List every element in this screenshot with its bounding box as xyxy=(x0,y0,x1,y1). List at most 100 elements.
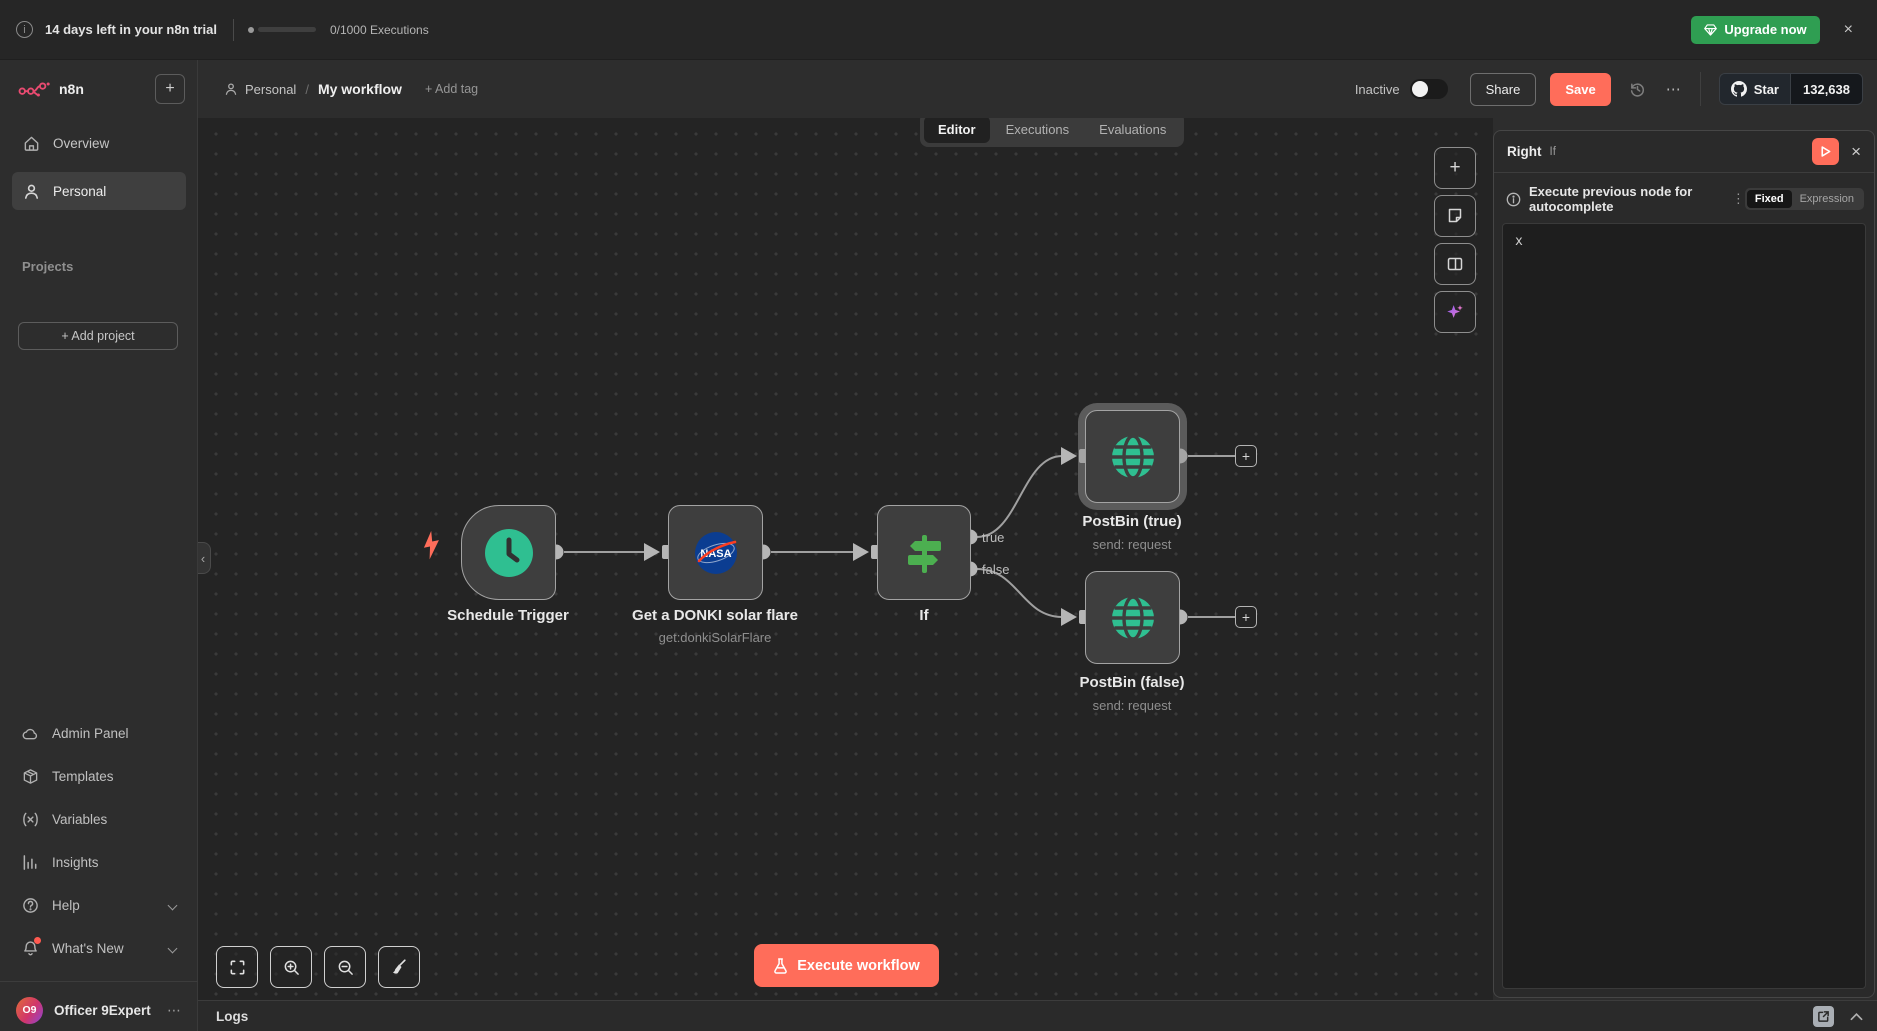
node-label: Schedule Trigger xyxy=(398,607,618,624)
n8n-logo[interactable]: n8n xyxy=(18,81,84,98)
node-schedule-trigger[interactable] xyxy=(461,505,556,600)
node-donki-solar-flare[interactable]: NASA xyxy=(668,505,763,600)
node-if[interactable] xyxy=(877,505,971,600)
workflow-title[interactable]: My workflow xyxy=(318,81,402,97)
sidebar: Overview Personal Projects + Add project… xyxy=(0,118,198,1031)
sidebar-item-label: What's New xyxy=(52,941,124,956)
breadcrumb-separator: / xyxy=(305,82,309,97)
person-icon xyxy=(224,82,238,96)
parameter-label: Execute previous node for autocomplete xyxy=(1529,184,1726,214)
node-postbin-false[interactable] xyxy=(1085,571,1180,664)
parameter-row: Execute previous node for autocomplete ⋮… xyxy=(1494,173,1874,223)
signpost-icon xyxy=(898,527,950,579)
share-button[interactable]: Share xyxy=(1470,73,1537,106)
bell-icon xyxy=(22,940,39,957)
logs-label: Logs xyxy=(216,1009,248,1024)
note-icon xyxy=(1446,207,1464,225)
execute-workflow-button[interactable]: Execute workflow xyxy=(754,944,939,987)
collapse-sidebar-handle[interactable]: ‹ xyxy=(196,542,211,574)
panel-close-icon[interactable]: × xyxy=(1851,143,1861,160)
avatar: O9 xyxy=(16,997,43,1024)
toggle-panel-button[interactable] xyxy=(1434,243,1476,285)
add-sticky-note-button[interactable] xyxy=(1434,195,1476,237)
value-mode-toggle: Fixed Expression xyxy=(1745,188,1864,210)
mode-expression-button[interactable]: Expression xyxy=(1792,190,1862,208)
output-label-true: true xyxy=(982,530,1004,545)
sidebar-item-whats-new[interactable]: What's New xyxy=(12,933,186,963)
tab-editor[interactable]: Editor xyxy=(924,116,990,143)
github-star-label: Star xyxy=(1754,82,1779,97)
sidebar-item-label: Variables xyxy=(52,812,107,827)
fit-view-button[interactable] xyxy=(216,946,258,988)
expression-editor[interactable]: x xyxy=(1502,223,1866,989)
sidebar-item-admin-panel[interactable]: Admin Panel xyxy=(12,718,186,748)
logs-bar[interactable]: Logs xyxy=(198,1000,1877,1031)
parameter-options-icon[interactable]: ⋮ xyxy=(1732,191,1745,207)
header-divider xyxy=(1700,72,1701,106)
workflow-canvas[interactable]: Editor Executions Evaluations + xyxy=(198,118,1493,1000)
help-icon xyxy=(22,897,39,914)
github-icon xyxy=(1731,81,1747,97)
trial-banner: i 14 days left in your n8n trial 0/1000 … xyxy=(0,0,1877,60)
upgrade-now-button[interactable]: Upgrade now xyxy=(1691,16,1819,44)
add-node-button[interactable]: + xyxy=(1434,147,1476,189)
sidebar-item-variables[interactable]: Variables xyxy=(12,804,186,834)
execute-step-button[interactable] xyxy=(1812,138,1839,165)
zoom-out-button[interactable] xyxy=(324,946,366,988)
panel-title: Right xyxy=(1507,144,1542,159)
node-postbin-true[interactable] xyxy=(1085,410,1180,503)
banner-close-icon[interactable]: × xyxy=(1844,22,1853,38)
user-menu-icon[interactable]: ⋯ xyxy=(167,1002,182,1019)
node-detail-panel: Right If × Execute previous node for aut… xyxy=(1493,130,1875,998)
expand-logs-button[interactable] xyxy=(1850,1012,1863,1021)
github-star-count[interactable]: 132,638 xyxy=(1790,74,1862,104)
add-connected-node-button[interactable]: + xyxy=(1235,445,1257,467)
history-button[interactable] xyxy=(1629,81,1646,98)
sidebar-item-help[interactable]: Help xyxy=(12,890,186,920)
workflow-menu-button[interactable]: ⋯ xyxy=(1666,80,1682,98)
github-star-button[interactable]: Star xyxy=(1720,74,1790,104)
zoom-in-button[interactable] xyxy=(270,946,312,988)
tab-evaluations[interactable]: Evaluations xyxy=(1085,116,1180,143)
breadcrumb-project[interactable]: Personal xyxy=(224,82,296,97)
node-operation-label: get:donkiSolarFlare xyxy=(605,630,825,645)
mode-fixed-button[interactable]: Fixed xyxy=(1747,190,1792,208)
sidebar-item-label: Personal xyxy=(53,184,106,199)
executions-count-text: 0/1000 Executions xyxy=(330,23,429,37)
save-button[interactable]: Save xyxy=(1550,73,1610,106)
node-operation-label: send: request xyxy=(1022,698,1242,713)
sparkle-icon xyxy=(1445,302,1465,322)
node-label: PostBin (false) xyxy=(1022,674,1242,691)
projects-section-label: Projects xyxy=(22,259,73,274)
tab-executions[interactable]: Executions xyxy=(992,116,1084,143)
open-logs-window-button[interactable] xyxy=(1813,1006,1834,1027)
fit-view-icon xyxy=(229,959,246,976)
add-project-button[interactable]: + Add project xyxy=(18,322,178,350)
connection-edges xyxy=(198,118,1493,1000)
tidy-up-button[interactable] xyxy=(378,946,420,988)
info-circle-icon xyxy=(1506,192,1521,207)
add-workflow-button[interactable]: + xyxy=(155,74,185,104)
globe-icon xyxy=(1110,595,1156,641)
activate-toggle[interactable] xyxy=(1410,79,1448,99)
sidebar-item-overview[interactable]: Overview xyxy=(12,124,186,162)
user-menu[interactable]: O9 Officer 9Expert ⋯ xyxy=(12,990,186,1030)
sidebar-item-personal[interactable]: Personal xyxy=(12,172,186,210)
sidebar-item-insights[interactable]: Insights xyxy=(12,847,186,877)
ai-assistant-button[interactable] xyxy=(1434,291,1476,333)
workflow-header: n8n + Personal / My workflow + Add tag I… xyxy=(0,60,1877,118)
upgrade-now-label: Upgrade now xyxy=(1724,22,1806,37)
chevron-down-icon xyxy=(168,943,178,953)
github-star-widget[interactable]: Star 132,638 xyxy=(1719,73,1863,105)
add-tag-button[interactable]: + Add tag xyxy=(425,82,478,96)
sidebar-item-templates[interactable]: Templates xyxy=(12,761,186,791)
info-icon: i xyxy=(16,21,33,38)
zoom-in-icon xyxy=(283,959,300,976)
chart-icon xyxy=(22,854,39,871)
sidebar-item-label: Templates xyxy=(52,769,114,784)
package-icon xyxy=(22,768,39,785)
notification-badge xyxy=(34,937,41,944)
add-connected-node-button[interactable]: + xyxy=(1235,606,1257,628)
nasa-icon: NASA xyxy=(693,530,739,576)
panel-header: Right If × xyxy=(1494,131,1874,173)
